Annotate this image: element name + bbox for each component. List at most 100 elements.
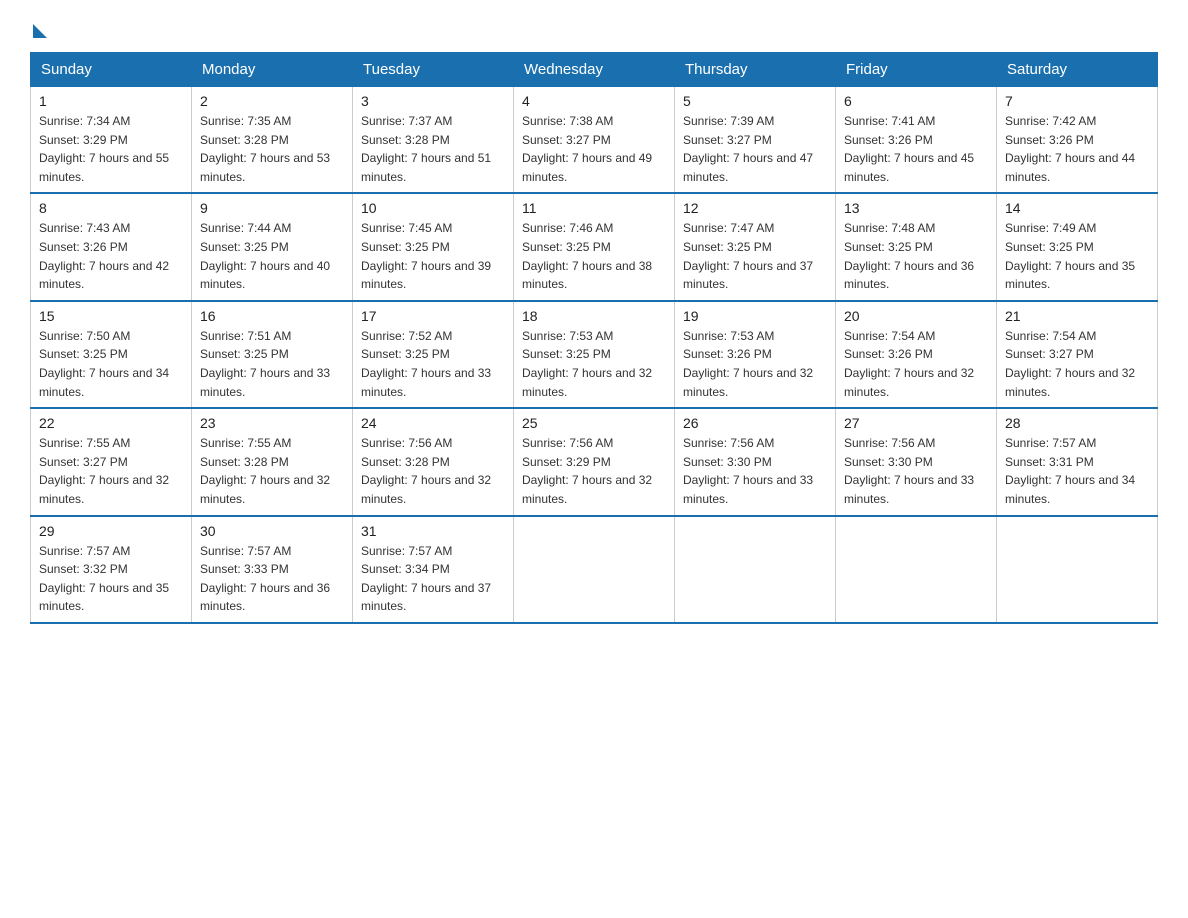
calendar-cell	[997, 516, 1158, 623]
calendar-cell: 3 Sunrise: 7:37 AMSunset: 3:28 PMDayligh…	[353, 87, 514, 194]
calendar-week-row: 8 Sunrise: 7:43 AMSunset: 3:26 PMDayligh…	[31, 193, 1158, 300]
header-monday: Monday	[192, 53, 353, 87]
logo-triangle-icon	[33, 24, 47, 38]
day-info: Sunrise: 7:51 AMSunset: 3:25 PMDaylight:…	[200, 329, 330, 399]
calendar-cell: 26 Sunrise: 7:56 AMSunset: 3:30 PMDaylig…	[675, 408, 836, 515]
calendar-cell: 19 Sunrise: 7:53 AMSunset: 3:26 PMDaylig…	[675, 301, 836, 408]
day-info: Sunrise: 7:43 AMSunset: 3:26 PMDaylight:…	[39, 221, 169, 291]
day-number: 23	[200, 415, 344, 431]
day-number: 1	[39, 93, 183, 109]
calendar-table: SundayMondayTuesdayWednesdayThursdayFrid…	[30, 52, 1158, 624]
day-info: Sunrise: 7:46 AMSunset: 3:25 PMDaylight:…	[522, 221, 652, 291]
logo	[30, 20, 47, 34]
calendar-cell: 21 Sunrise: 7:54 AMSunset: 3:27 PMDaylig…	[997, 301, 1158, 408]
calendar-cell: 9 Sunrise: 7:44 AMSunset: 3:25 PMDayligh…	[192, 193, 353, 300]
day-info: Sunrise: 7:42 AMSunset: 3:26 PMDaylight:…	[1005, 114, 1135, 184]
calendar-cell: 8 Sunrise: 7:43 AMSunset: 3:26 PMDayligh…	[31, 193, 192, 300]
day-info: Sunrise: 7:37 AMSunset: 3:28 PMDaylight:…	[361, 114, 491, 184]
day-number: 10	[361, 200, 505, 216]
calendar-cell: 4 Sunrise: 7:38 AMSunset: 3:27 PMDayligh…	[514, 87, 675, 194]
day-number: 26	[683, 415, 827, 431]
calendar-cell: 7 Sunrise: 7:42 AMSunset: 3:26 PMDayligh…	[997, 87, 1158, 194]
day-info: Sunrise: 7:38 AMSunset: 3:27 PMDaylight:…	[522, 114, 652, 184]
day-number: 8	[39, 200, 183, 216]
day-number: 2	[200, 93, 344, 109]
day-info: Sunrise: 7:54 AMSunset: 3:26 PMDaylight:…	[844, 329, 974, 399]
day-number: 30	[200, 523, 344, 539]
day-info: Sunrise: 7:41 AMSunset: 3:26 PMDaylight:…	[844, 114, 974, 184]
calendar-cell	[514, 516, 675, 623]
header-sunday: Sunday	[31, 53, 192, 87]
header-friday: Friday	[836, 53, 997, 87]
day-info: Sunrise: 7:54 AMSunset: 3:27 PMDaylight:…	[1005, 329, 1135, 399]
day-info: Sunrise: 7:53 AMSunset: 3:25 PMDaylight:…	[522, 329, 652, 399]
day-number: 12	[683, 200, 827, 216]
day-info: Sunrise: 7:45 AMSunset: 3:25 PMDaylight:…	[361, 221, 491, 291]
calendar-cell: 27 Sunrise: 7:56 AMSunset: 3:30 PMDaylig…	[836, 408, 997, 515]
day-number: 4	[522, 93, 666, 109]
calendar-cell	[675, 516, 836, 623]
day-info: Sunrise: 7:35 AMSunset: 3:28 PMDaylight:…	[200, 114, 330, 184]
day-info: Sunrise: 7:44 AMSunset: 3:25 PMDaylight:…	[200, 221, 330, 291]
calendar-week-row: 15 Sunrise: 7:50 AMSunset: 3:25 PMDaylig…	[31, 301, 1158, 408]
calendar-cell: 15 Sunrise: 7:50 AMSunset: 3:25 PMDaylig…	[31, 301, 192, 408]
day-number: 31	[361, 523, 505, 539]
calendar-week-row: 22 Sunrise: 7:55 AMSunset: 3:27 PMDaylig…	[31, 408, 1158, 515]
calendar-cell: 31 Sunrise: 7:57 AMSunset: 3:34 PMDaylig…	[353, 516, 514, 623]
day-number: 20	[844, 308, 988, 324]
day-info: Sunrise: 7:55 AMSunset: 3:27 PMDaylight:…	[39, 436, 169, 506]
day-info: Sunrise: 7:56 AMSunset: 3:30 PMDaylight:…	[844, 436, 974, 506]
day-number: 24	[361, 415, 505, 431]
calendar-cell: 14 Sunrise: 7:49 AMSunset: 3:25 PMDaylig…	[997, 193, 1158, 300]
calendar-cell: 16 Sunrise: 7:51 AMSunset: 3:25 PMDaylig…	[192, 301, 353, 408]
calendar-cell: 28 Sunrise: 7:57 AMSunset: 3:31 PMDaylig…	[997, 408, 1158, 515]
day-number: 21	[1005, 308, 1149, 324]
calendar-cell: 12 Sunrise: 7:47 AMSunset: 3:25 PMDaylig…	[675, 193, 836, 300]
calendar-cell: 11 Sunrise: 7:46 AMSunset: 3:25 PMDaylig…	[514, 193, 675, 300]
calendar-cell: 29 Sunrise: 7:57 AMSunset: 3:32 PMDaylig…	[31, 516, 192, 623]
calendar-week-row: 1 Sunrise: 7:34 AMSunset: 3:29 PMDayligh…	[31, 87, 1158, 194]
calendar-header-row: SundayMondayTuesdayWednesdayThursdayFrid…	[31, 53, 1158, 87]
calendar-cell: 30 Sunrise: 7:57 AMSunset: 3:33 PMDaylig…	[192, 516, 353, 623]
day-info: Sunrise: 7:49 AMSunset: 3:25 PMDaylight:…	[1005, 221, 1135, 291]
day-info: Sunrise: 7:34 AMSunset: 3:29 PMDaylight:…	[39, 114, 169, 184]
day-number: 29	[39, 523, 183, 539]
day-number: 11	[522, 200, 666, 216]
day-number: 18	[522, 308, 666, 324]
day-number: 5	[683, 93, 827, 109]
day-number: 19	[683, 308, 827, 324]
day-info: Sunrise: 7:53 AMSunset: 3:26 PMDaylight:…	[683, 329, 813, 399]
day-number: 3	[361, 93, 505, 109]
day-info: Sunrise: 7:39 AMSunset: 3:27 PMDaylight:…	[683, 114, 813, 184]
day-number: 13	[844, 200, 988, 216]
calendar-cell: 17 Sunrise: 7:52 AMSunset: 3:25 PMDaylig…	[353, 301, 514, 408]
day-number: 27	[844, 415, 988, 431]
calendar-cell: 2 Sunrise: 7:35 AMSunset: 3:28 PMDayligh…	[192, 87, 353, 194]
day-number: 14	[1005, 200, 1149, 216]
calendar-cell: 18 Sunrise: 7:53 AMSunset: 3:25 PMDaylig…	[514, 301, 675, 408]
day-info: Sunrise: 7:57 AMSunset: 3:31 PMDaylight:…	[1005, 436, 1135, 506]
calendar-cell: 20 Sunrise: 7:54 AMSunset: 3:26 PMDaylig…	[836, 301, 997, 408]
day-info: Sunrise: 7:47 AMSunset: 3:25 PMDaylight:…	[683, 221, 813, 291]
calendar-cell	[836, 516, 997, 623]
day-info: Sunrise: 7:55 AMSunset: 3:28 PMDaylight:…	[200, 436, 330, 506]
day-info: Sunrise: 7:56 AMSunset: 3:28 PMDaylight:…	[361, 436, 491, 506]
day-number: 16	[200, 308, 344, 324]
calendar-cell: 10 Sunrise: 7:45 AMSunset: 3:25 PMDaylig…	[353, 193, 514, 300]
day-number: 28	[1005, 415, 1149, 431]
calendar-week-row: 29 Sunrise: 7:57 AMSunset: 3:32 PMDaylig…	[31, 516, 1158, 623]
calendar-cell: 1 Sunrise: 7:34 AMSunset: 3:29 PMDayligh…	[31, 87, 192, 194]
calendar-cell: 25 Sunrise: 7:56 AMSunset: 3:29 PMDaylig…	[514, 408, 675, 515]
calendar-cell: 6 Sunrise: 7:41 AMSunset: 3:26 PMDayligh…	[836, 87, 997, 194]
day-number: 7	[1005, 93, 1149, 109]
day-info: Sunrise: 7:48 AMSunset: 3:25 PMDaylight:…	[844, 221, 974, 291]
day-info: Sunrise: 7:52 AMSunset: 3:25 PMDaylight:…	[361, 329, 491, 399]
day-info: Sunrise: 7:57 AMSunset: 3:33 PMDaylight:…	[200, 544, 330, 614]
day-number: 17	[361, 308, 505, 324]
day-number: 22	[39, 415, 183, 431]
day-number: 25	[522, 415, 666, 431]
day-number: 9	[200, 200, 344, 216]
calendar-cell: 13 Sunrise: 7:48 AMSunset: 3:25 PMDaylig…	[836, 193, 997, 300]
day-info: Sunrise: 7:56 AMSunset: 3:29 PMDaylight:…	[522, 436, 652, 506]
day-info: Sunrise: 7:57 AMSunset: 3:32 PMDaylight:…	[39, 544, 169, 614]
